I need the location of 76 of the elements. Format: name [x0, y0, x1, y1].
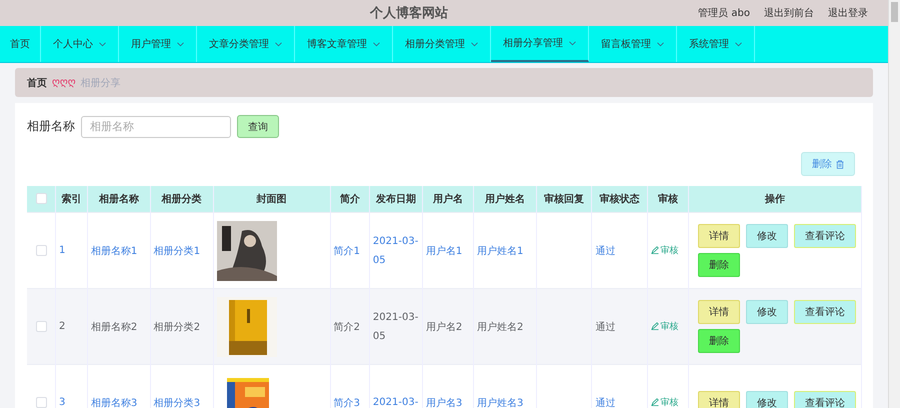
table-cell: 通过	[595, 246, 616, 256]
table-cell: 2	[59, 321, 66, 332]
table-cell: 2021-03-05	[372, 236, 418, 266]
column-header: 封面图	[213, 186, 330, 212]
search-button[interactable]: 查询	[237, 115, 279, 138]
checkbox[interactable]	[36, 320, 46, 332]
table-cell: 用户名2	[426, 322, 462, 332]
table-cell: 用户姓名3	[477, 398, 524, 408]
trash-icon	[836, 160, 844, 168]
comments-button[interactable]: 查看评论	[794, 300, 856, 324]
column-header: 发布日期	[369, 186, 422, 212]
column-header: 索引	[56, 186, 88, 212]
pencil-icon	[650, 246, 659, 254]
table-cell: 2021-03-05	[372, 312, 418, 342]
table-cell: 简介3	[334, 398, 360, 408]
comments-button[interactable]: 查看评论	[794, 390, 856, 408]
scrollbar-thumb[interactable]	[891, 2, 898, 22]
nav-item[interactable]: 首页	[0, 26, 41, 62]
table-cell: 用户姓名1	[477, 246, 524, 256]
column-header: 用户姓名	[474, 186, 536, 212]
delete-button[interactable]: 删除	[698, 329, 740, 353]
nav-item[interactable]: 文章分类管理	[197, 26, 295, 62]
column-header: 相册名称	[87, 186, 150, 212]
table-cell: 相册名称2	[90, 322, 138, 332]
table-cell: 用户名1	[426, 246, 462, 256]
nav-item[interactable]: 相册分享管理	[491, 26, 589, 62]
table-cell: 3	[59, 397, 66, 408]
column-header: 操作	[688, 186, 862, 212]
nav-item[interactable]: 相册分类管理	[393, 26, 491, 62]
edit-button[interactable]: 修改	[746, 224, 788, 248]
table-cell: 通过	[595, 398, 616, 408]
edit-button[interactable]: 修改	[746, 300, 788, 324]
detail-button[interactable]: 详情	[698, 390, 740, 408]
table-cell: 通过	[595, 322, 616, 332]
table-cell: 1	[59, 245, 66, 256]
table-cell: 简介2	[334, 322, 360, 332]
nav-item[interactable]: 个人中心	[41, 26, 119, 62]
search-label: 相册名称	[27, 118, 75, 135]
checkbox[interactable]	[36, 396, 46, 408]
column-header: 审核回复	[536, 186, 592, 212]
delete-button[interactable]: 删除	[698, 253, 740, 277]
breadcrumb-separator: ღღღ	[52, 77, 76, 88]
user-label: 管理员 abo	[698, 7, 750, 20]
pencil-icon	[650, 398, 659, 406]
table-cell: 相册分类2	[154, 322, 200, 332]
column-header: 审核状态	[592, 186, 648, 212]
column-header: 审核	[647, 186, 688, 212]
comments-button[interactable]: 查看评论	[794, 224, 856, 248]
breadcrumb-link[interactable]: 首页	[27, 76, 47, 90]
table-cell: 用户名3	[426, 398, 462, 408]
table-cell: 2021-03-	[372, 397, 418, 408]
breadcrumb-current: 相册分享	[80, 76, 121, 90]
column-header: 用户名	[422, 186, 474, 212]
header-link[interactable]: 退出登录	[828, 6, 868, 20]
nav-item[interactable]: 博客文章管理	[295, 26, 393, 62]
nav-item[interactable]: 留言板管理	[589, 26, 677, 62]
nav-item[interactable]: 用户管理	[119, 26, 197, 62]
table-cell: 相册分类3	[154, 398, 200, 408]
edit-button[interactable]: 修改	[746, 390, 788, 408]
table-cell: 相册分类1	[154, 246, 200, 256]
checkbox[interactable]	[36, 193, 46, 204]
table-cell: 用户姓名2	[477, 322, 524, 332]
pencil-icon	[650, 322, 659, 330]
nav-item[interactable]: 系统管理	[677, 26, 755, 62]
table-cell: 简介1	[334, 246, 360, 256]
site-title: 个人博客网站	[369, 4, 450, 22]
table-cell: 相册名称3	[90, 398, 138, 408]
scrollbar[interactable]	[888, 0, 900, 408]
search-field[interactable]: 相册名称	[81, 116, 231, 138]
header-link[interactable]: 退出到前台	[764, 6, 814, 20]
table-cell: 相册名称1	[90, 246, 138, 256]
checkbox[interactable]	[36, 244, 46, 256]
column-header: 简介	[330, 186, 370, 212]
column-header: 相册分类	[150, 186, 214, 212]
detail-button[interactable]: 详情	[698, 224, 740, 248]
detail-button[interactable]: 详情	[698, 300, 740, 324]
